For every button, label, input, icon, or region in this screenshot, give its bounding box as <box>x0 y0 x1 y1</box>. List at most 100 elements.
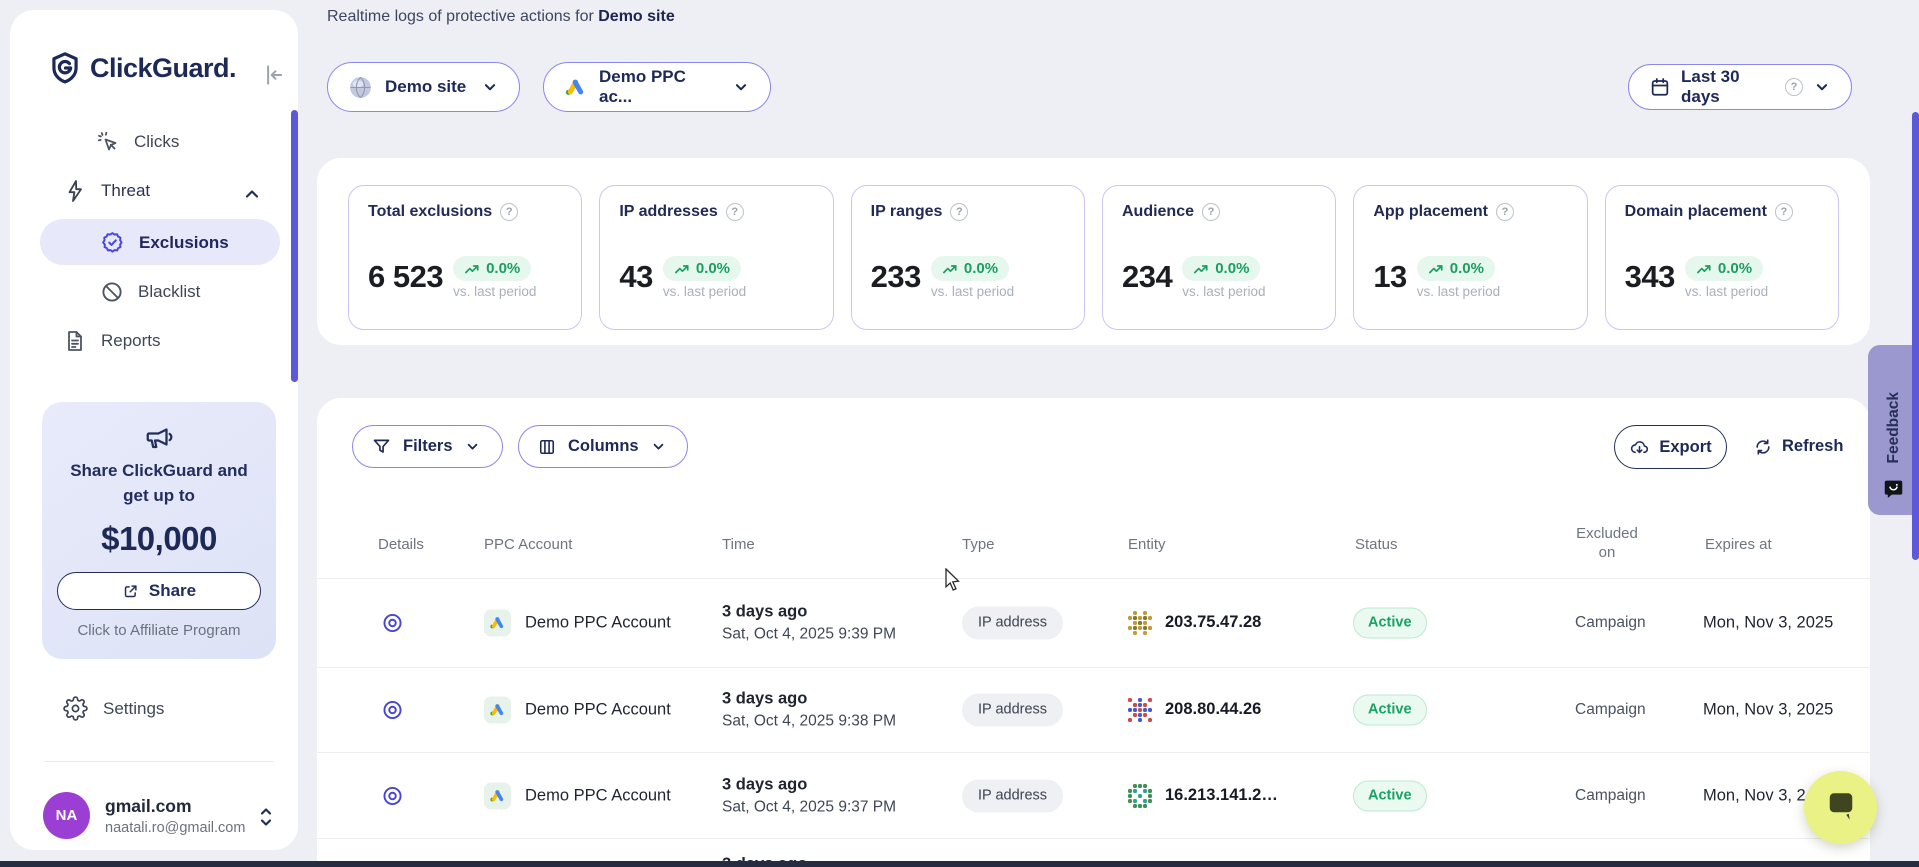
stat-label: Domain placement <box>1625 203 1767 221</box>
account-email: naatali.ro@gmail.com <box>105 820 245 836</box>
sidebar-item-reports[interactable]: Reports <box>63 329 161 353</box>
sidebar-item-label: Threat <box>101 181 150 201</box>
column-header-ppc-account[interactable]: PPC Account <box>484 536 572 553</box>
chevron-down-icon <box>464 438 481 455</box>
site-selector-label: Demo site <box>385 77 469 97</box>
filters-button[interactable]: Filters <box>352 425 503 468</box>
help-icon[interactable] <box>1775 203 1793 221</box>
stat-caption: vs. last period <box>1685 284 1768 299</box>
sidebar-item-exclusions[interactable]: Exclusions <box>100 230 229 255</box>
column-header-details[interactable]: Details <box>378 536 424 553</box>
stat-delta-badge: 0.0% <box>1417 256 1495 281</box>
affiliate-link[interactable]: Click to Affiliate Program <box>42 622 276 639</box>
stats-summary-card: Total exclusions 6 523 0.0% vs. last per… <box>317 158 1870 345</box>
help-icon[interactable] <box>1785 78 1803 96</box>
account-switcher[interactable]: NA gmail.com naatali.ro@gmail.com <box>43 792 245 839</box>
trend-up-icon <box>1696 262 1712 276</box>
stat-value: 343 <box>1625 254 1675 300</box>
stat-label: App placement <box>1373 203 1488 221</box>
chevron-up-icon[interactable] <box>242 184 262 204</box>
trend-up-icon <box>1193 262 1209 276</box>
select-chevrons-icon <box>256 804 276 830</box>
sidebar-item-threat[interactable]: Threat <box>63 179 150 203</box>
view-details-icon[interactable] <box>381 698 404 721</box>
chat-launcher-button[interactable] <box>1804 771 1877 844</box>
site-selector[interactable]: Demo site <box>327 62 520 112</box>
row-entity: 16.213.141.2… <box>1165 786 1278 805</box>
view-details-icon[interactable] <box>381 611 404 634</box>
sidebar-item-blacklist[interactable]: Blacklist <box>100 280 200 304</box>
row-status-badge: Active <box>1353 607 1427 638</box>
stat-domain-placement: Domain placement 343 0.0% vs. last perio… <box>1605 185 1839 330</box>
sidebar-item-label: Settings <box>103 699 164 719</box>
row-time: 3 days ago Sat, Oct 4, 2025 9:37 PM <box>722 775 896 816</box>
stat-value: 43 <box>619 254 652 300</box>
mouse-cursor <box>944 568 966 592</box>
stat-ip-ranges: IP ranges 233 0.0% vs. last period <box>851 185 1085 330</box>
row-status-badge: Active <box>1353 694 1427 725</box>
date-range-label: Last 30 days <box>1681 67 1775 107</box>
sidebar-item-settings[interactable]: Settings <box>63 696 164 721</box>
stat-value: 6 523 <box>368 254 443 300</box>
stat-label: Total exclusions <box>368 203 492 221</box>
column-header-status[interactable]: Status <box>1355 536 1398 553</box>
help-icon[interactable] <box>950 203 968 221</box>
help-icon[interactable] <box>500 203 518 221</box>
promo-amount: $10,000 <box>42 520 276 558</box>
table-row[interactable]: Demo PPC Account 3 days ago Sat, Oct 4, … <box>317 666 1870 753</box>
help-icon[interactable] <box>1202 203 1220 221</box>
column-header-entity[interactable]: Entity <box>1128 536 1166 553</box>
column-header-excluded-on[interactable]: Excluded on <box>1569 524 1645 562</box>
stat-label: IP addresses <box>619 203 717 221</box>
entity-identicon <box>1128 698 1152 722</box>
share-button[interactable]: Share <box>57 572 261 610</box>
refresh-button[interactable]: Refresh <box>1753 425 1843 468</box>
stat-caption: vs. last period <box>1182 284 1265 299</box>
export-button[interactable]: Export <box>1614 425 1727 469</box>
page-scrollbar[interactable] <box>1912 112 1919 560</box>
sidebar-item-label: Clicks <box>134 132 179 152</box>
google-ads-icon <box>564 76 587 99</box>
ban-icon <box>100 280 124 304</box>
sidebar-item-clicks[interactable]: Clicks <box>96 130 179 154</box>
share-button-label: Share <box>149 581 196 601</box>
row-time: 3 days ago Sat, Oct 4, 2025 9:38 PM <box>722 689 896 730</box>
row-expires-at: Mon, Nov 3, 2025 <box>1703 700 1833 719</box>
logo-text: ClickGuard. <box>90 53 236 84</box>
calendar-icon <box>1649 76 1671 98</box>
columns-button[interactable]: Columns <box>518 425 688 468</box>
logo[interactable]: ClickGuard. <box>50 52 236 84</box>
stat-delta-badge: 0.0% <box>931 256 1009 281</box>
sidebar-scrollbar[interactable] <box>291 110 298 382</box>
stat-value: 13 <box>1373 254 1406 300</box>
collapse-sidebar-icon[interactable] <box>260 62 286 88</box>
help-icon[interactable] <box>726 203 744 221</box>
stat-value: 234 <box>1122 254 1172 300</box>
date-range-selector[interactable]: Last 30 days <box>1628 64 1852 110</box>
exclusions-table-card: Filters Columns Export <box>317 398 1870 867</box>
clickguard-shield-icon <box>50 52 80 84</box>
view-details-icon[interactable] <box>381 784 404 807</box>
column-header-expires-at[interactable]: Expires at <box>1705 536 1772 553</box>
column-header-time[interactable]: Time <box>722 536 755 553</box>
row-excluded-on: Campaign <box>1575 701 1646 719</box>
row-type-badge: IP address <box>962 779 1063 812</box>
column-header-type[interactable]: Type <box>962 536 995 553</box>
table-row[interactable]: Demo PPC Account 3 days ago Sat, Oct 4, … <box>317 579 1870 666</box>
chevron-down-icon <box>650 438 667 455</box>
ppc-account-selector[interactable]: Demo PPC ac... <box>543 62 771 112</box>
chevron-down-icon <box>732 78 750 96</box>
table-row[interactable]: Demo PPC Account 3 days ago Sat, Oct 4, … <box>317 752 1870 839</box>
help-icon[interactable] <box>1496 203 1514 221</box>
affiliate-promo-card[interactable]: Share ClickGuard and get up to $10,000 S… <box>42 402 276 659</box>
trend-up-icon <box>674 262 690 276</box>
row-ppc-account: Demo PPC Account <box>525 786 671 805</box>
globe-icon <box>348 75 373 100</box>
document-icon <box>63 329 87 353</box>
stat-caption: vs. last period <box>1417 284 1500 299</box>
external-link-icon <box>122 582 140 600</box>
chevron-down-icon <box>1813 78 1831 96</box>
row-ppc-account: Demo PPC Account <box>525 700 671 719</box>
table-divider <box>317 838 1870 839</box>
row-status-badge: Active <box>1353 780 1427 811</box>
